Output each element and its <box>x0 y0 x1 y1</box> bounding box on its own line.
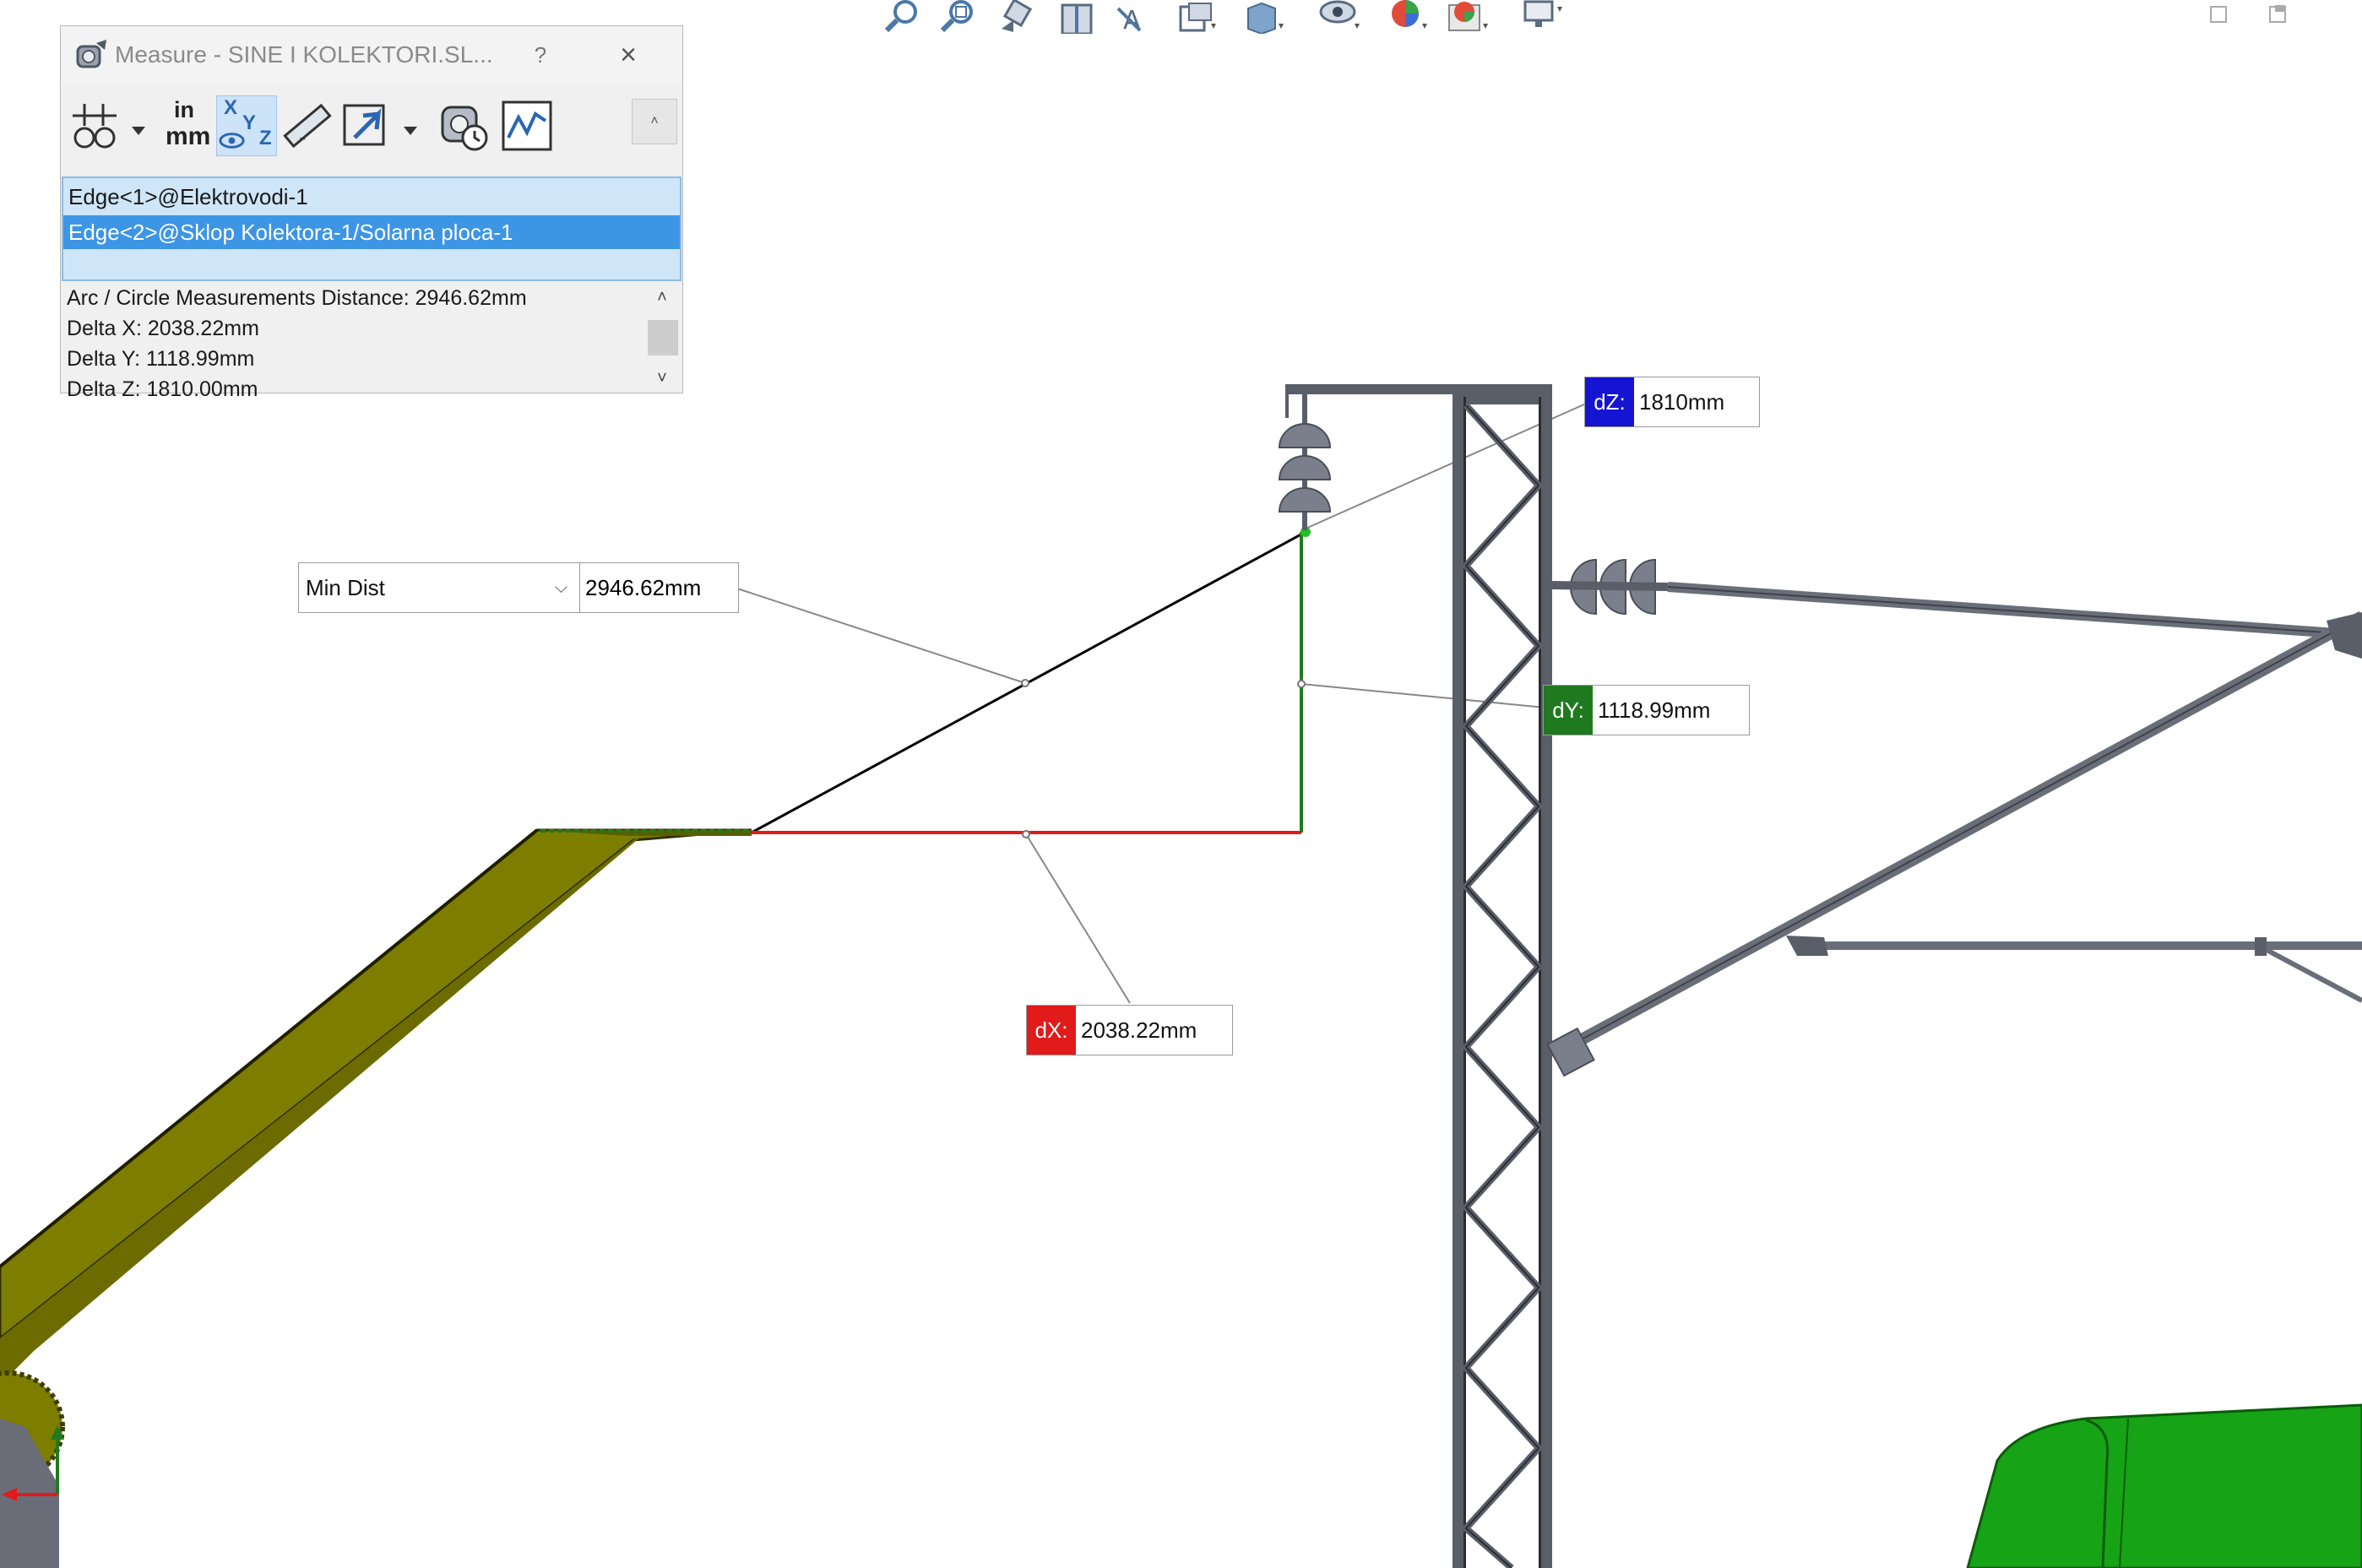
close-button[interactable]: × <box>611 38 645 72</box>
scroll-down-icon[interactable]: ˅ <box>643 364 681 393</box>
dialog-title: Measure - SINE I KOLEKTORI.SL... <box>115 41 493 68</box>
eye-icon <box>219 133 245 149</box>
min-dist-label: Min Dist <box>306 575 385 600</box>
arc-circle-options-icon <box>73 104 117 149</box>
scroll-up-icon[interactable]: ˄ <box>643 283 681 312</box>
point-to-point-button[interactable] <box>277 95 338 156</box>
dialog-titlebar[interactable]: Measure - SINE I KOLEKTORI.SL... ? × <box>61 26 682 85</box>
measure-dialog: Measure - SINE I KOLEKTORI.SL... ? × in … <box>60 25 683 401</box>
dy-tag: dY: <box>1544 686 1593 735</box>
dynamic-annotation-icon[interactable]: A <box>1115 0 1159 35</box>
restore-viewport-icon[interactable] <box>2207 3 2231 25</box>
gear-assembly <box>0 1370 65 1568</box>
zoom-to-fit-icon[interactable] <box>880 0 924 34</box>
units-bottom-label: mm <box>166 122 211 150</box>
results-scrollbar[interactable]: ˄ ˅ <box>643 283 681 393</box>
dz-value: 1810mm <box>1639 389 1725 415</box>
selection-item[interactable]: Edge<1>@Elektrovodi-1 <box>63 180 680 214</box>
dy-callout: dY: 1118.99mm <box>1543 685 1750 735</box>
history-icon <box>441 106 488 151</box>
dz-tag: dZ: <box>1585 377 1634 426</box>
arc-circle-options-button[interactable] <box>66 95 127 156</box>
history-button[interactable] <box>434 95 495 156</box>
selection-list[interactable]: Edge<1>@Elektrovodi-1 Edge<2>@Sklop Kole… <box>62 176 681 281</box>
cantilever-arms <box>1546 558 2362 1077</box>
dx-callout: dX: 2038.22mm <box>1026 1005 1233 1055</box>
measure-toolbar: in mm X Y Z ˄ <box>61 85 682 173</box>
results-panel: Arc / Circle Measurements Distance: 2946… <box>62 283 681 401</box>
chevron-down-icon[interactable] <box>402 124 419 138</box>
xyz-relative-button[interactable]: X Y Z <box>216 95 277 156</box>
chevron-down-icon[interactable] <box>130 124 147 138</box>
dy-value: 1118.99mm <box>1598 697 1711 723</box>
solar-panel[interactable] <box>0 828 752 1385</box>
zoom-area-icon[interactable] <box>936 0 980 34</box>
dx-tag: dX: <box>1027 1006 1076 1055</box>
result-distance: Arc / Circle Measurements Distance: 2946… <box>67 286 527 310</box>
maximize-viewport-icon[interactable] <box>2267 3 2290 25</box>
section-view-icon[interactable] <box>1056 0 1100 35</box>
display-style-icon[interactable] <box>1241 0 1285 35</box>
catenary-mast[interactable] <box>1285 384 1552 1568</box>
chevron-down-icon: ⌵ <box>554 578 567 597</box>
sensor-icon <box>502 100 552 151</box>
units-top-label: in <box>174 97 194 122</box>
measure-icon <box>74 38 108 72</box>
min-dist-dropdown[interactable]: Min Dist ⌵ <box>298 562 580 613</box>
units-precision-button[interactable]: in mm <box>157 95 218 156</box>
edit-appearance-icon[interactable] <box>1385 0 1429 34</box>
projection-button[interactable] <box>336 95 397 156</box>
hide-show-icon[interactable] <box>1317 0 1361 34</box>
min-dist-value: 2946.62mm <box>579 562 739 613</box>
result-delta-z: Delta Z: 1810.00mm <box>67 377 258 401</box>
dz-callout: dZ: 1810mm <box>1584 377 1760 427</box>
min-dist-callout: Min Dist ⌵ 2946.62mm <box>298 562 739 613</box>
sensor-button[interactable] <box>497 95 557 156</box>
previous-view-icon[interactable] <box>996 0 1040 34</box>
view-settings-icon[interactable] <box>1520 0 1564 34</box>
help-button[interactable]: ? <box>525 40 556 70</box>
dx-value: 2038.22mm <box>1081 1017 1197 1043</box>
scroll-thumb[interactable] <box>648 320 678 355</box>
selection-item-selected[interactable]: Edge<2>@Sklop Kolektora-1/Solarna ploca-… <box>63 215 680 249</box>
point-to-point-icon <box>283 103 332 149</box>
collapse-button[interactable]: ˄ <box>632 99 677 144</box>
projection-icon <box>343 104 385 146</box>
view-orientation-icon[interactable] <box>1174 0 1218 34</box>
locomotive-body[interactable] <box>1966 1403 2362 1568</box>
apply-scene-icon[interactable] <box>1446 0 1490 34</box>
result-delta-x: Delta X: 2038.22mm <box>67 317 259 340</box>
result-delta-y: Delta Y: 1118.99mm <box>67 347 255 371</box>
